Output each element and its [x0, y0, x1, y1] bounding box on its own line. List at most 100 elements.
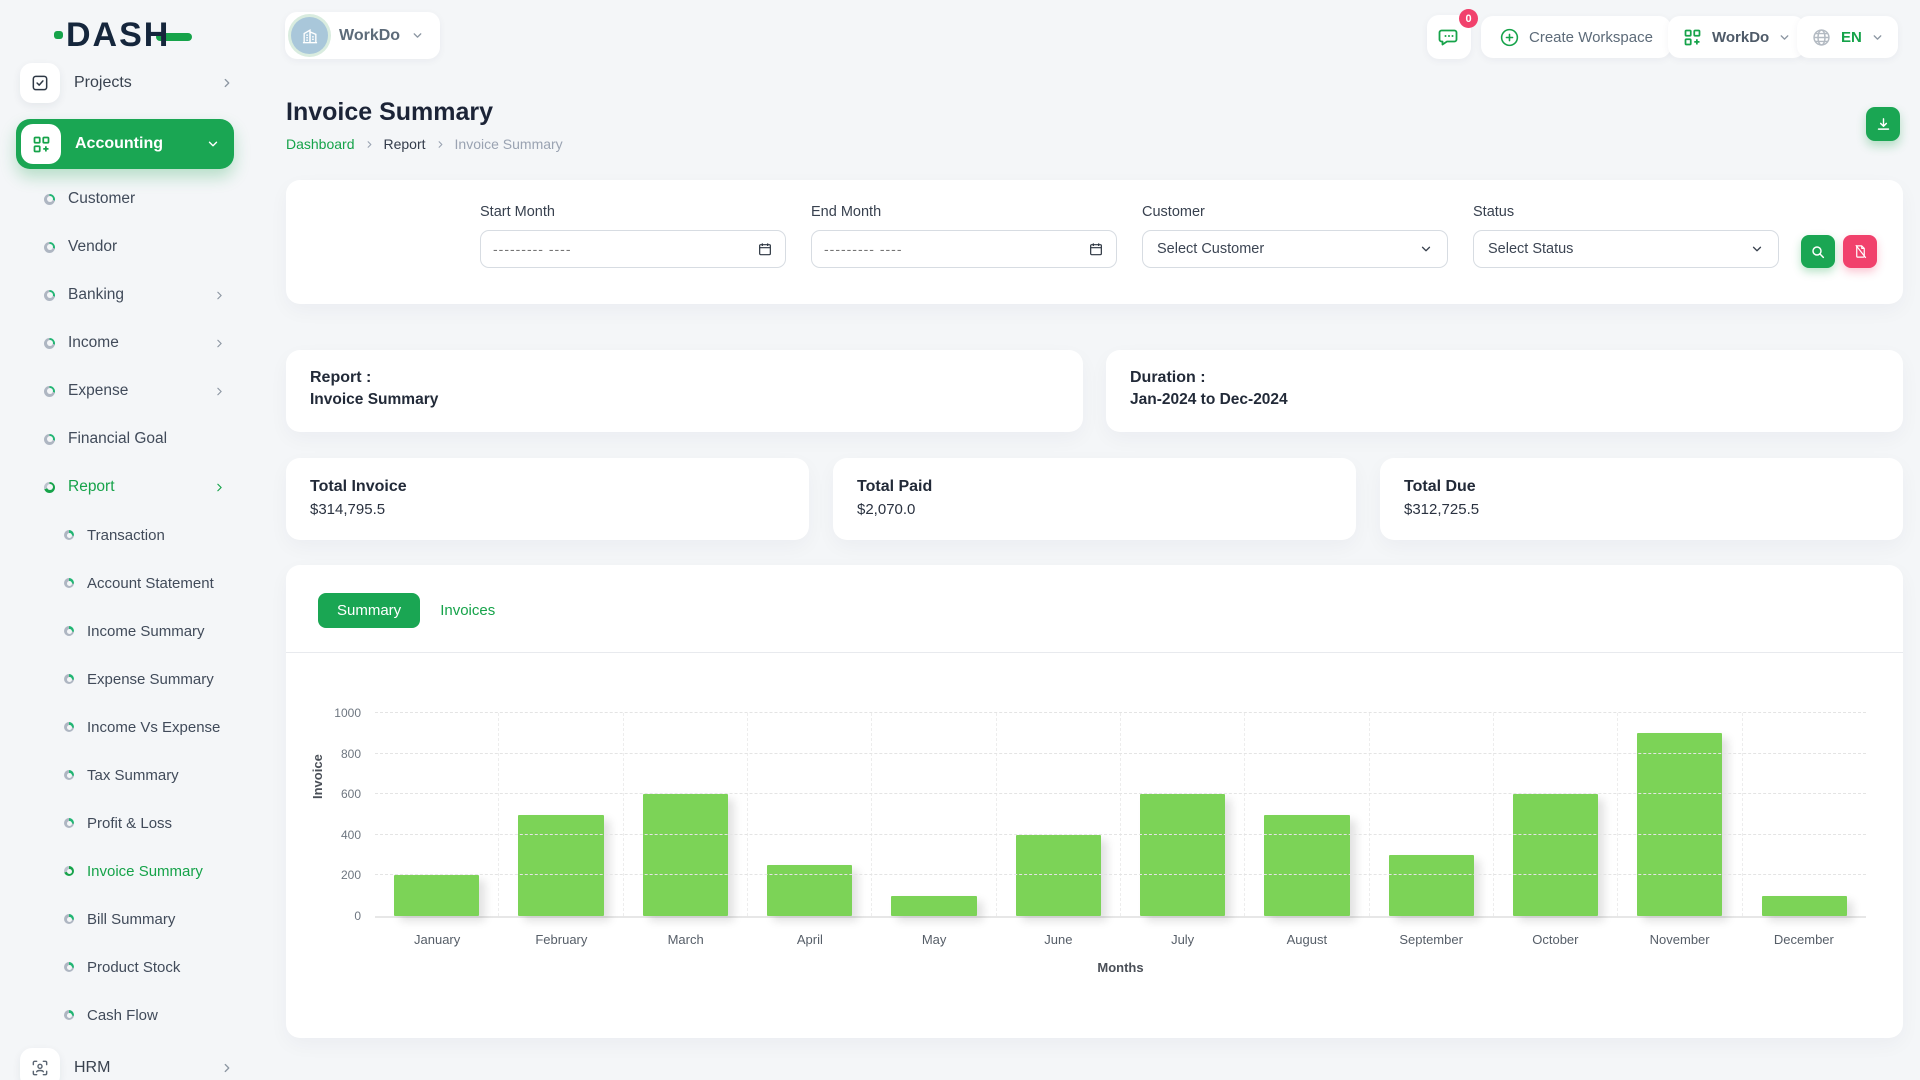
breadcrumb-report[interactable]: Report — [384, 136, 426, 152]
chevron-down-icon — [206, 137, 220, 151]
breadcrumb-current: Invoice Summary — [455, 136, 563, 152]
chart-slot — [1494, 713, 1618, 916]
sidebar-item-hrm[interactable]: HRM — [16, 1046, 240, 1080]
tab-invoices[interactable]: Invoices — [440, 602, 495, 619]
start-month-input[interactable] — [493, 241, 757, 257]
sidebar-item-income-vs-expense[interactable]: Income Vs Expense — [16, 703, 240, 751]
bar-october — [1513, 794, 1598, 916]
sidebar-item-financial-goal[interactable]: Financial Goal — [16, 415, 240, 463]
workspace-selector[interactable]: WorkDo — [285, 12, 440, 59]
sidebar-item-transaction[interactable]: Transaction — [16, 511, 240, 559]
sidebar-item-report[interactable]: Report — [16, 463, 240, 511]
chevron-down-icon — [1750, 242, 1764, 256]
start-month-input-wrap — [480, 230, 786, 268]
customer-label: Customer — [1142, 204, 1448, 220]
x-tick-label: November — [1618, 932, 1742, 947]
bar-march — [643, 794, 728, 916]
language-code: EN — [1841, 29, 1862, 46]
x-axis-labels: JanuaryFebruaryMarchAprilMayJuneJulyAugu… — [375, 932, 1866, 947]
sidebar-item-cash-flow[interactable]: Cash Flow — [16, 991, 240, 1039]
report-label: Report : — [310, 369, 1059, 387]
end-month-input[interactable] — [824, 241, 1088, 257]
bar-december — [1762, 896, 1847, 916]
sidebar-item-product-stock[interactable]: Product Stock — [16, 943, 240, 991]
status-select[interactable]: Select Status — [1473, 230, 1779, 268]
y-tick-label: 200 — [341, 868, 361, 882]
chevron-down-icon — [411, 29, 424, 42]
checkbox-icon — [20, 63, 60, 103]
customer-select[interactable]: Select Customer — [1142, 230, 1448, 268]
topbar: DASH WorkDo 0 Create Workspace WorkDo EN — [0, 0, 1920, 71]
bar-september — [1389, 855, 1474, 916]
y-tick-label: 1000 — [334, 706, 361, 720]
sidebar-item-accounting[interactable]: Accounting — [16, 119, 234, 169]
main-content: Invoice Summary Dashboard Report Invoice… — [256, 71, 1920, 1080]
bar-july — [1140, 794, 1225, 916]
sidebar-item-tax-summary[interactable]: Tax Summary — [16, 751, 240, 799]
sidebar-item-bill-summary[interactable]: Bill Summary — [16, 895, 240, 943]
total-due-value: $312,725.5 — [1404, 501, 1879, 518]
grid-plus-icon — [1682, 27, 1703, 48]
messages-button[interactable]: 0 — [1427, 15, 1471, 59]
customer-field: Customer Select Customer — [1142, 204, 1448, 304]
sidebar-item-expense[interactable]: Expense — [16, 367, 240, 415]
sidebar-item-expense-summary[interactable]: Expense Summary — [16, 655, 240, 703]
chart-slot — [1121, 713, 1245, 916]
create-workspace-button[interactable]: Create Workspace — [1481, 16, 1671, 58]
download-icon — [1875, 116, 1892, 133]
breadcrumb-dashboard[interactable]: Dashboard — [286, 136, 355, 152]
sidebar: Projects Accounting Customer Vendor Bank… — [0, 56, 256, 1080]
chart-slot — [748, 713, 872, 916]
globe-icon — [1811, 27, 1832, 48]
chart-slot — [1245, 713, 1369, 916]
workdo-menu-button[interactable]: WorkDo — [1668, 16, 1805, 58]
total-due-label: Total Due — [1404, 478, 1879, 496]
tab-summary[interactable]: Summary — [318, 593, 420, 628]
download-button[interactable] — [1866, 107, 1900, 141]
start-month-field: Start Month — [480, 204, 786, 304]
y-tick-label: 800 — [341, 747, 361, 761]
y-axis-label: Invoice — [310, 754, 325, 799]
gridline — [375, 753, 1866, 754]
calendar-icon[interactable] — [757, 241, 773, 257]
sidebar-item-projects[interactable]: Projects — [16, 61, 240, 105]
chart-slot — [1743, 713, 1866, 916]
reset-filter-button[interactable] — [1843, 235, 1877, 268]
bullet-icon — [44, 434, 55, 445]
bullet-icon — [64, 866, 74, 876]
x-axis-title: Months — [338, 960, 1903, 975]
calendar-icon[interactable] — [1088, 241, 1104, 257]
file-slash-icon — [1853, 244, 1868, 259]
x-tick-label: January — [375, 932, 499, 947]
x-tick-label: December — [1742, 932, 1866, 947]
search-icon — [1810, 244, 1826, 260]
chevron-right-icon — [213, 385, 226, 398]
gridline — [375, 834, 1866, 835]
duration-value: Jan-2024 to Dec-2024 — [1130, 391, 1879, 409]
x-tick-label: October — [1493, 932, 1617, 947]
app-logo[interactable]: DASH — [66, 16, 192, 55]
bullet-icon — [64, 722, 74, 732]
sidebar-item-banking[interactable]: Banking — [16, 271, 240, 319]
sidebar-item-profit-loss[interactable]: Profit & Loss — [16, 799, 240, 847]
chart-slot — [872, 713, 996, 916]
sidebar-item-invoice-summary[interactable]: Invoice Summary — [16, 847, 240, 895]
sidebar-item-vendor[interactable]: Vendor — [16, 223, 240, 271]
x-tick-label: June — [996, 932, 1120, 947]
chevron-right-icon — [213, 481, 226, 494]
sidebar-item-income[interactable]: Income — [16, 319, 240, 367]
bullet-icon — [64, 578, 74, 588]
sidebar-item-income-summary[interactable]: Income Summary — [16, 607, 240, 655]
sidebar-item-account-statement[interactable]: Account Statement — [16, 559, 240, 607]
bullet-icon — [44, 386, 55, 397]
x-tick-label: March — [624, 932, 748, 947]
sidebar-item-customer[interactable]: Customer — [16, 175, 240, 223]
language-selector[interactable]: EN — [1797, 16, 1898, 58]
report-card: Report : Invoice Summary — [286, 350, 1083, 432]
apply-filter-button[interactable] — [1801, 235, 1835, 268]
workdo-menu-label: WorkDo — [1712, 29, 1769, 46]
chart-card: Summary Invoices Invoice 020040060080010… — [286, 565, 1903, 1038]
chevron-down-icon — [1778, 31, 1791, 44]
duration-card: Duration : Jan-2024 to Dec-2024 — [1106, 350, 1903, 432]
app-logo-text: DASH — [66, 16, 170, 55]
